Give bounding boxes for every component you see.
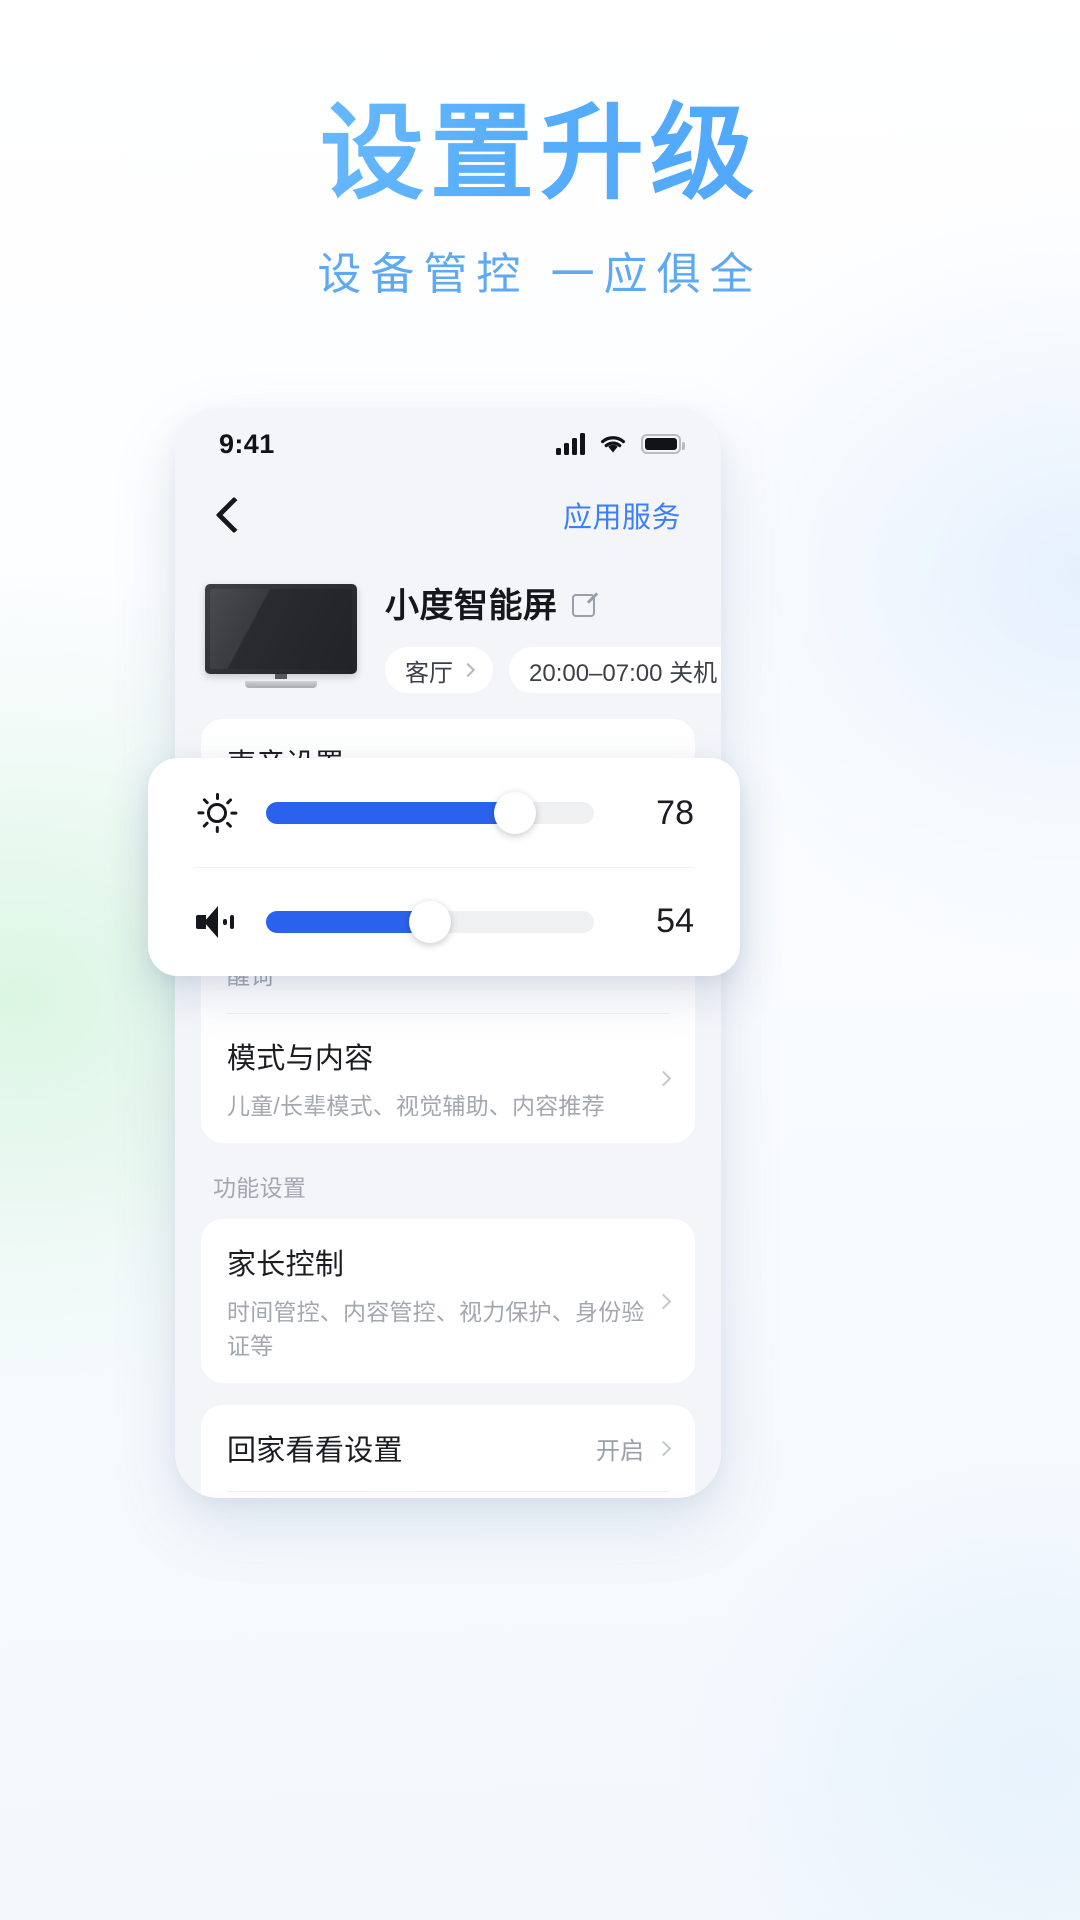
chevron-right-icon [655, 1293, 672, 1309]
settings-group-care: 回家看看设置 开启 看护助手设置 开启 [201, 1405, 695, 1498]
chevron-right-icon [655, 1070, 672, 1086]
brightness-slider-knob[interactable] [494, 792, 537, 834]
list-item[interactable]: 回家看看设置 开启 [201, 1405, 695, 1491]
promo-header: 设置升级 设备管控 一应俱全 [0, 0, 1080, 302]
device-name: 小度智能屏 [385, 587, 558, 625]
brightness-value: 78 [656, 793, 694, 832]
brightness-slider-row: 78 [194, 759, 694, 867]
quick-control-card: 78 54 [148, 758, 740, 976]
list-item-value: 开启 [596, 1437, 644, 1465]
volume-slider-knob[interactable] [409, 900, 451, 943]
wifi-icon [601, 436, 625, 453]
settings-section-label: 功能设置 [213, 1175, 307, 1201]
edit-icon[interactable] [571, 591, 596, 617]
status-time: 9:41 [219, 428, 275, 459]
volume-slider-row: 54 [194, 867, 694, 975]
device-schedule-tag[interactable]: 20:00–07:00 关机 [509, 647, 721, 693]
list-item[interactable]: 家长控制 时间管控、内容管控、视力保护、身份验证等 [201, 1219, 695, 1383]
signal-bars-icon [556, 433, 585, 455]
volume-icon [194, 905, 240, 939]
device-room-tag[interactable]: 客厅 [385, 647, 493, 693]
list-item-subtitle: 儿童/长辈模式、视觉辅助、内容推荐 [227, 1093, 605, 1119]
status-bar: 9:41 [175, 408, 721, 474]
device-room-label: 客厅 [405, 659, 453, 687]
device-header: 小度智能屏 客厅 20:00–07:00 关机 [175, 556, 721, 693]
list-item-title: 模式与内容 [227, 1043, 374, 1075]
device-name-row: 小度智能屏 [385, 578, 721, 627]
page-title: 设置升级 [0, 96, 1080, 212]
device-tags: 客厅 20:00–07:00 关机 [385, 647, 721, 693]
list-item-subtitle: 时间管控、内容管控、视力保护、身份验证等 [227, 1299, 645, 1359]
volume-slider[interactable] [266, 900, 594, 943]
chevron-right-icon [655, 1440, 672, 1456]
settings-group-function: 家长控制 时间管控、内容管控、视力保护、身份验证等 [201, 1219, 695, 1383]
list-item[interactable]: 模式与内容 儿童/长辈模式、视觉辅助、内容推荐 [201, 1013, 695, 1143]
app-service-link[interactable]: 应用服务 [563, 494, 681, 536]
device-schedule-label: 20:00–07:00 关机 [529, 659, 718, 687]
list-item-title: 回家看看设置 [227, 1435, 403, 1467]
brightness-slider[interactable] [266, 792, 594, 834]
back-chevron-icon[interactable] [215, 496, 253, 534]
brightness-icon [194, 793, 240, 833]
nav-bar: 应用服务 [175, 474, 721, 556]
chevron-right-icon [460, 662, 476, 678]
list-item[interactable]: 看护助手设置 开启 [201, 1491, 695, 1498]
status-icons [556, 433, 685, 455]
page-subtitle: 设备管控 一应俱全 [317, 250, 763, 300]
device-image [205, 583, 357, 688]
volume-value: 54 [656, 902, 694, 940]
list-item-title: 家长控制 [227, 1249, 345, 1281]
battery-icon [641, 434, 685, 454]
